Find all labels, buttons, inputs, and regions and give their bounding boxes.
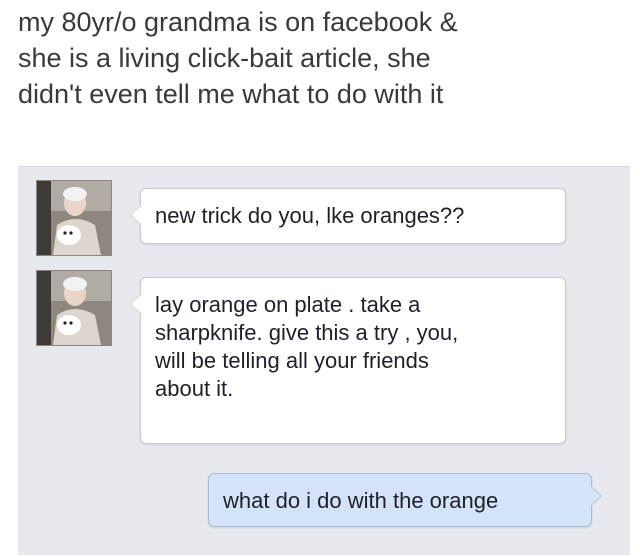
message-bubble-outgoing: what do i do with the orange [208,473,602,527]
grandma-photo-icon [37,181,111,255]
grandma-avatar[interactable] [36,270,112,346]
chat-conversation: new trick do you, lke oranges?? lay oran… [18,166,630,555]
message-bubble-incoming: lay orange on plate . take a sharpknife.… [130,277,566,444]
caption-line: didn't even tell me what to do with it [18,79,444,109]
caption-line: she is a living click-bait article, she [18,43,431,73]
message-text-line: will be telling all your friends [155,348,429,373]
message-text: new trick do you, lke oranges?? [155,203,465,228]
message-bubble-incoming: new trick do you, lke oranges?? [130,188,566,244]
message-text-line: sharpknife. give this a try , you, [155,320,459,345]
message-text: what do i do with the orange [223,488,499,513]
post-caption: my 80yr/o grandma is on facebook & she i… [18,4,628,112]
grandma-photo-icon [37,271,111,345]
message-text-line: about it. [155,376,234,401]
caption-line: my 80yr/o grandma is on facebook & [18,7,458,37]
message-text-line: lay orange on plate . take a [155,292,421,317]
grandma-avatar[interactable] [36,180,112,256]
